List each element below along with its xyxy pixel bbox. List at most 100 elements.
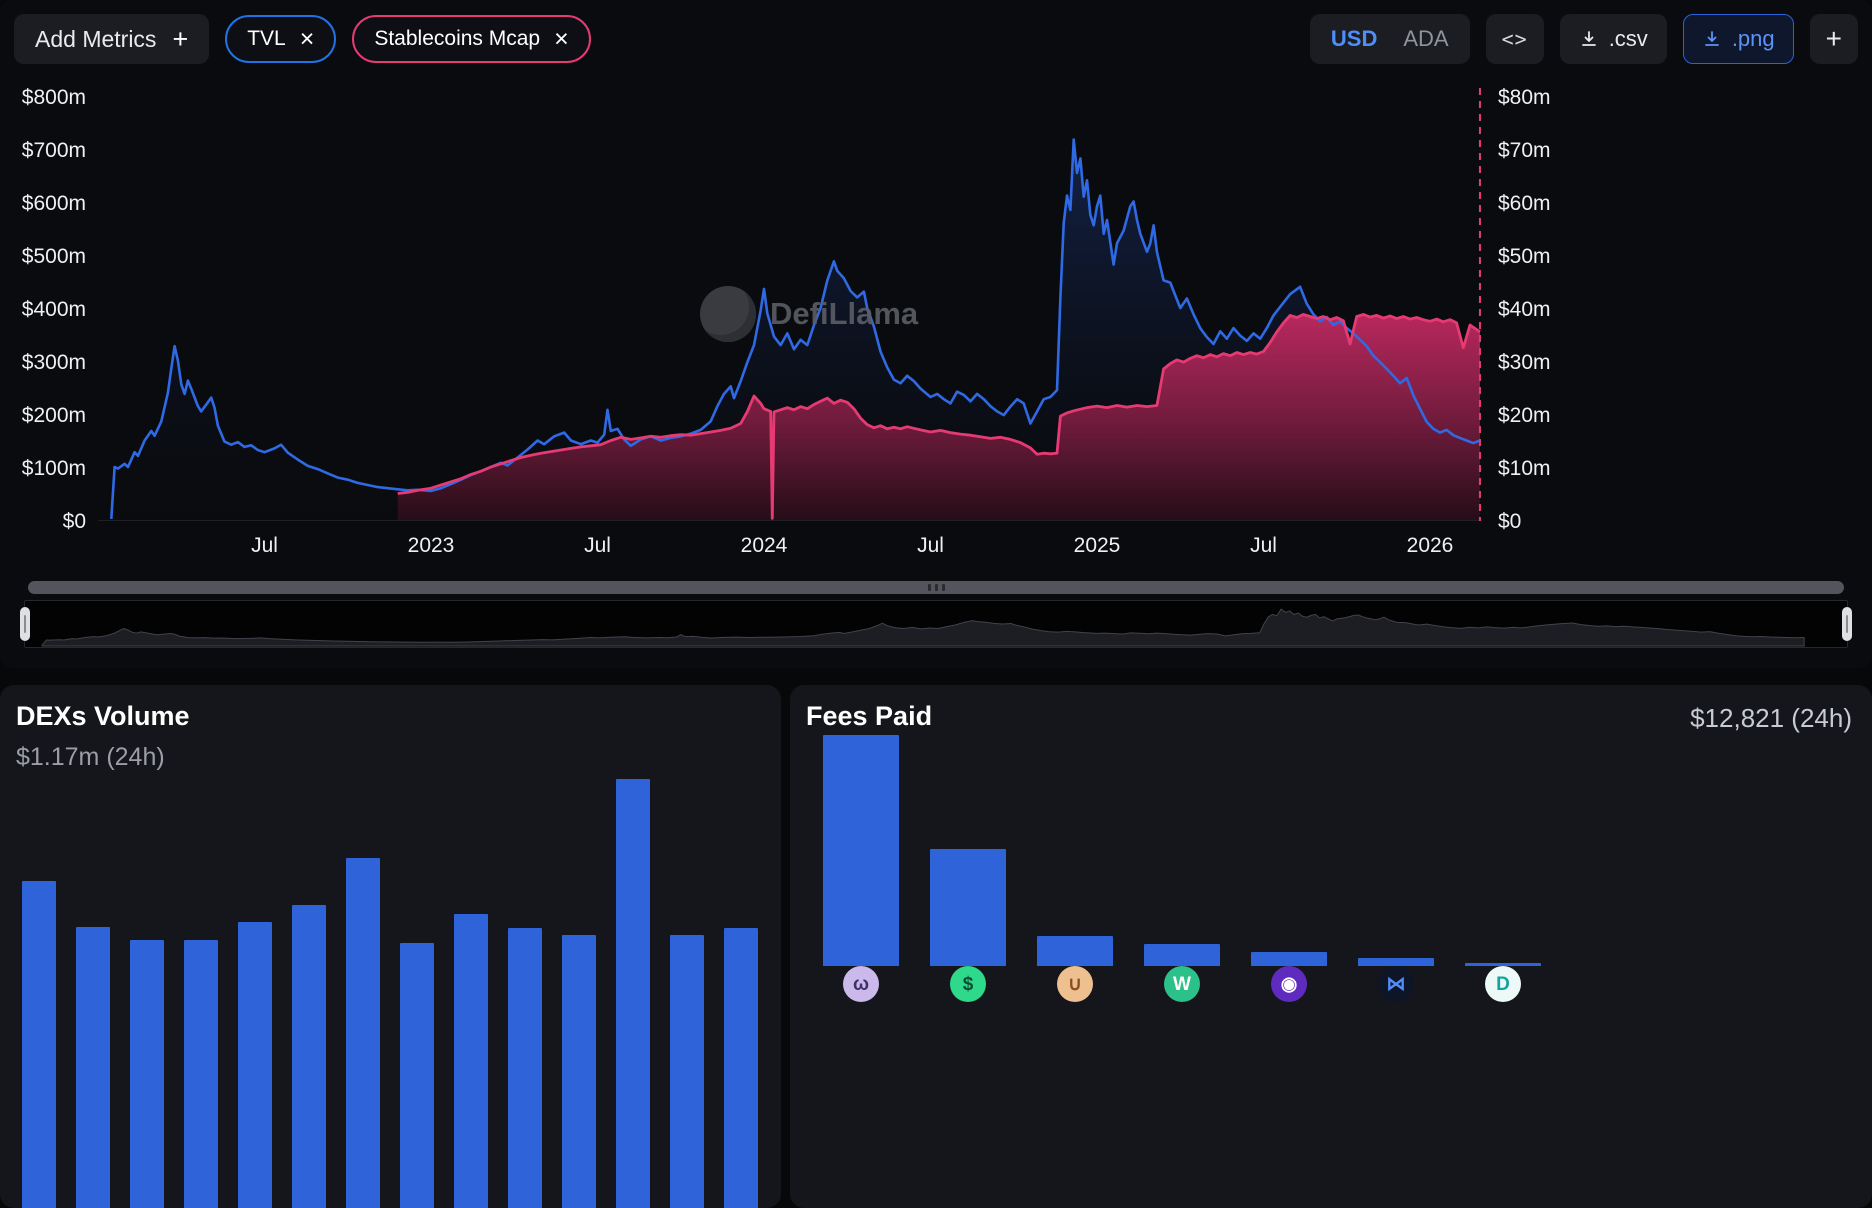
download-csv-button[interactable]: .csv: [1560, 14, 1667, 64]
fees-paid-24h-value: $12,821 (24h): [1690, 703, 1852, 734]
svg-text:2023: 2023: [408, 534, 455, 557]
svg-text:$30m: $30m: [1498, 351, 1551, 374]
dexs-volume-bar[interactable]: [184, 940, 218, 1208]
wings-protocol-icon: W: [1164, 966, 1200, 1002]
chart-range-navigator[interactable]: [24, 600, 1848, 648]
remove-metric-icon[interactable]: ×: [554, 27, 569, 52]
protocol-icon-cell: $: [930, 966, 1006, 1002]
fees-paid-card: Fees Paid $12,821 (24h) ω $ ∪ W ◉ ⋈ D: [790, 685, 1872, 1208]
svg-text:$300m: $300m: [22, 351, 86, 374]
metric-pill-stablecoins-label: Stablecoins Mcap: [374, 27, 540, 51]
eye-protocol-icon: ◉: [1271, 966, 1307, 1002]
svg-text:2026: 2026: [1407, 534, 1454, 557]
dexs-volume-bar[interactable]: [616, 779, 650, 1208]
svg-text:$600m: $600m: [22, 192, 86, 215]
currency-toggle: USD ADA: [1310, 14, 1470, 64]
cat-protocol-icon: ω: [843, 966, 879, 1002]
embed-code-button[interactable]: <>: [1486, 14, 1544, 64]
code-brackets-icon: <>: [1502, 27, 1528, 51]
metric-pill-tvl[interactable]: TVL ×: [225, 15, 336, 63]
protocol-icon-cell: ω: [823, 966, 899, 1002]
svg-text:$200m: $200m: [22, 404, 86, 427]
download-icon: [1579, 29, 1599, 49]
svg-text:Jul: Jul: [251, 534, 278, 557]
svg-text:$80m: $80m: [1498, 86, 1551, 109]
main-chart-svg[interactable]: $0 $100m $200m $300m $400m $500m $600m $700m $80…: [0, 0, 1872, 566]
svg-text:$10m: $10m: [1498, 457, 1551, 480]
fees-paid-title: Fees Paid: [806, 701, 932, 732]
add-metrics-button[interactable]: Add Metrics +: [14, 14, 209, 64]
protocol-icon-cell: ∪: [1037, 966, 1113, 1002]
download-icon: [1702, 29, 1722, 49]
scrollbar-grip-icon[interactable]: [928, 584, 945, 591]
protocol-icon-cell: ◉: [1251, 966, 1327, 1002]
currency-option-ada[interactable]: ADA: [1390, 26, 1461, 52]
dexs-volume-bar[interactable]: [562, 935, 596, 1208]
toolbar: Add Metrics + TVL × Stablecoins Mcap × U…: [14, 14, 1858, 64]
svg-text:Jul: Jul: [1250, 534, 1277, 557]
svg-text:$20m: $20m: [1498, 404, 1551, 427]
range-handle-left[interactable]: [20, 607, 30, 641]
metric-pill-tvl-label: TVL: [247, 27, 286, 51]
svg-text:Jul: Jul: [917, 534, 944, 557]
svg-text:$60m: $60m: [1498, 192, 1551, 215]
png-label: .png: [1732, 26, 1775, 52]
fees-paid-bar[interactable]: [1144, 944, 1220, 966]
fees-paid-bar[interactable]: [1037, 936, 1113, 966]
svg-text:$50m: $50m: [1498, 245, 1551, 268]
download-png-button[interactable]: .png: [1683, 14, 1794, 64]
dexs-volume-bar[interactable]: [76, 927, 110, 1208]
dexs-volume-bar[interactable]: [508, 928, 542, 1208]
csv-label: .csv: [1609, 26, 1648, 52]
dollar-protocol-icon: $: [950, 966, 986, 1002]
svg-text:2024: 2024: [741, 534, 788, 557]
plus-icon: +: [1826, 23, 1842, 55]
bowl-protocol-icon: ∪: [1057, 966, 1093, 1002]
fees-paid-bar[interactable]: [1251, 952, 1327, 966]
chart-scrollbar[interactable]: [28, 581, 1844, 594]
d-protocol-icon: D: [1485, 966, 1521, 1002]
dexs-volume-bar-chart[interactable]: [22, 748, 758, 1208]
fees-paid-bar[interactable]: [930, 849, 1006, 966]
fees-paid-bar[interactable]: [1358, 958, 1434, 966]
currency-option-usd[interactable]: USD: [1318, 26, 1390, 52]
svg-text:$700m: $700m: [22, 139, 86, 162]
defillama-dashboard: Add Metrics + TVL × Stablecoins Mcap × U…: [0, 0, 1872, 1208]
svg-text:$500m: $500m: [22, 245, 86, 268]
protocol-icon-cell: ⋈: [1358, 966, 1434, 1002]
dexs-volume-bar[interactable]: [724, 928, 758, 1208]
svg-text:$40m: $40m: [1498, 298, 1551, 321]
protocol-icon-cell: W: [1144, 966, 1220, 1002]
fees-paid-bar-chart[interactable]: [823, 731, 1541, 966]
svg-text:$70m: $70m: [1498, 139, 1551, 162]
svg-text:$0: $0: [1498, 510, 1521, 533]
range-handle-right[interactable]: [1842, 607, 1852, 641]
dexs-volume-bar[interactable]: [292, 905, 326, 1208]
plus-icon: +: [172, 26, 188, 53]
remove-metric-icon[interactable]: ×: [300, 27, 315, 52]
dexs-volume-bar[interactable]: [670, 935, 704, 1208]
add-metrics-label: Add Metrics: [35, 26, 156, 53]
dexs-volume-bar[interactable]: [22, 881, 56, 1208]
svg-text:$0: $0: [63, 510, 86, 533]
chart-panel: Add Metrics + TVL × Stablecoins Mcap × U…: [0, 0, 1872, 668]
fees-protocol-icons: ω $ ∪ W ◉ ⋈ D: [823, 966, 1541, 1002]
dexs-volume-bar[interactable]: [454, 914, 488, 1208]
navigator-sparkline: [25, 601, 1847, 647]
svg-text:$800m: $800m: [22, 86, 86, 109]
fees-paid-bar[interactable]: [823, 735, 899, 966]
dexs-volume-bar[interactable]: [346, 858, 380, 1208]
dexs-volume-bar[interactable]: [400, 943, 434, 1208]
svg-text:Jul: Jul: [584, 534, 611, 557]
butterfly-protocol-icon: ⋈: [1378, 966, 1414, 1002]
svg-text:$400m: $400m: [22, 298, 86, 321]
protocol-icon-cell: D: [1465, 966, 1541, 1002]
dexs-volume-bar[interactable]: [238, 922, 272, 1208]
metric-pill-stablecoins-mcap[interactable]: Stablecoins Mcap ×: [352, 15, 590, 63]
dexs-volume-card: DEXs Volume $1.17m (24h): [0, 685, 781, 1208]
dexs-volume-bar[interactable]: [130, 940, 164, 1208]
svg-text:$100m: $100m: [22, 457, 86, 480]
svg-text:2025: 2025: [1074, 534, 1121, 557]
add-chart-button[interactable]: +: [1810, 14, 1858, 64]
dexs-volume-title: DEXs Volume: [16, 701, 190, 732]
